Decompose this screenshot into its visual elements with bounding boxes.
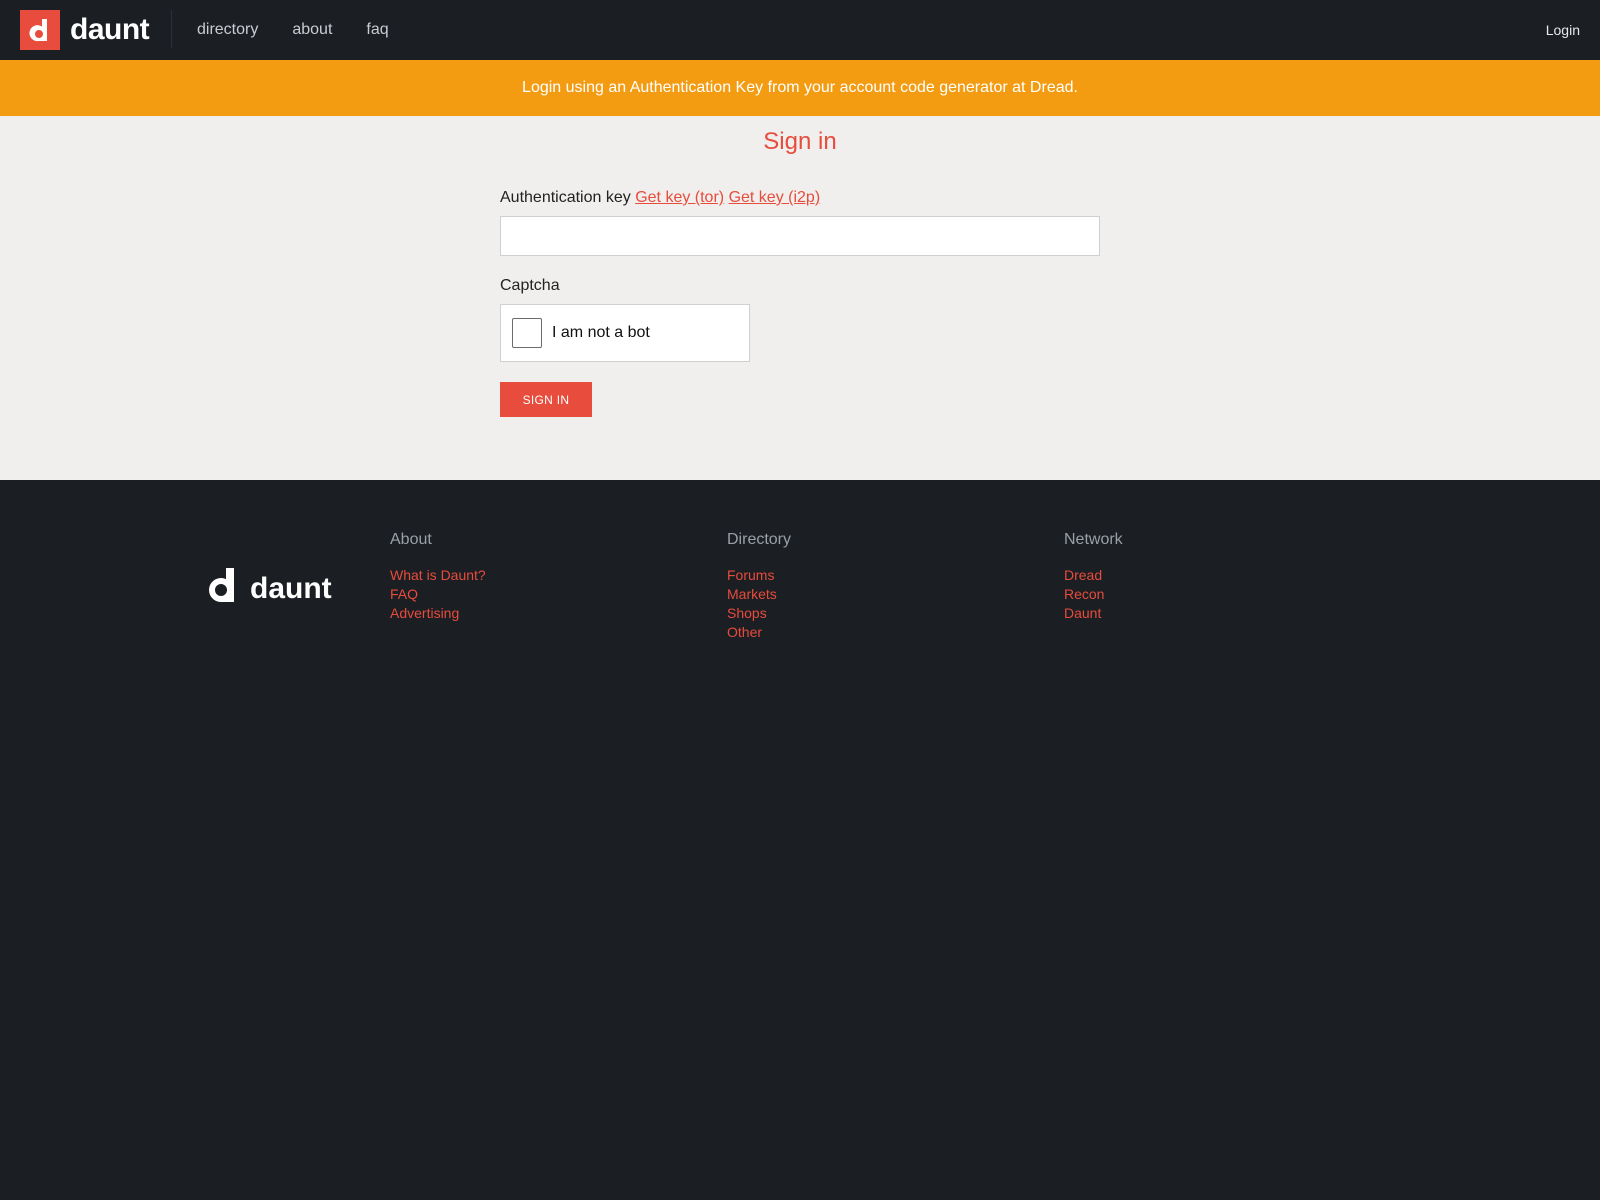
footer-column-title: Directory xyxy=(727,531,792,548)
sign-in-button[interactable]: SIGN IN xyxy=(500,382,592,417)
checkbox-icon[interactable] xyxy=(512,318,542,348)
auth-key-label: Authentication key xyxy=(500,189,631,206)
footer-logo: daunt xyxy=(206,568,332,609)
auth-key-input[interactable] xyxy=(500,216,1100,256)
footer-column-title: Network xyxy=(1064,531,1123,548)
nav-link-about[interactable]: about xyxy=(292,0,332,60)
nav-link-faq[interactable]: faq xyxy=(366,0,388,60)
footer-link-markets[interactable]: Markets xyxy=(727,585,791,604)
footer-link-other[interactable]: Other xyxy=(727,623,791,642)
footer-link-shops[interactable]: Shops xyxy=(727,604,791,623)
navbar-divider xyxy=(171,10,172,48)
footer-column-title: About xyxy=(390,531,432,548)
info-banner: Login using an Authentication Key from y… xyxy=(0,60,1600,116)
footer-column-about: About What is Daunt? FAQ Advertising xyxy=(390,530,486,623)
brand-home-link[interactable]: daunt xyxy=(20,10,150,50)
main-nav: directory about faq xyxy=(197,0,423,60)
site-footer: daunt About What is Daunt? FAQ Advertisi… xyxy=(0,480,1600,1200)
footer-column-network: Network Dread Recon Daunt xyxy=(1064,530,1123,623)
captcha-label: Captcha xyxy=(500,277,560,294)
top-navbar: daunt directory about faq Login xyxy=(0,0,1600,60)
footer-link-what-is-daunt[interactable]: What is Daunt? xyxy=(390,566,486,585)
captcha-text: I am not a bot xyxy=(552,324,650,341)
auth-key-label-row: Authentication key Get key (tor) Get key… xyxy=(500,188,1100,208)
footer-column-directory: Directory Forums Markets Shops Other xyxy=(727,530,791,642)
get-key-tor-link[interactable]: Get key (tor) xyxy=(635,189,724,206)
get-key-i2p-link[interactable]: Get key (i2p) xyxy=(729,189,821,206)
info-banner-text: Login using an Authentication Key from y… xyxy=(522,79,1078,96)
login-link[interactable]: Login xyxy=(1546,0,1580,60)
footer-daunt-logo-icon xyxy=(206,568,236,609)
nav-link-directory[interactable]: directory xyxy=(197,0,258,60)
signin-form: Authentication key Get key (tor) Get key… xyxy=(500,188,1100,417)
footer-link-recon[interactable]: Recon xyxy=(1064,585,1123,604)
captcha-widget: I am not a bot xyxy=(500,304,750,362)
footer-link-forums[interactable]: Forums xyxy=(727,566,791,585)
signin-section: Sign in Authentication key Get key (tor)… xyxy=(0,116,1600,480)
brand-name: daunt xyxy=(70,13,150,46)
page-title: Sign in xyxy=(763,128,837,155)
footer-link-advertising[interactable]: Advertising xyxy=(390,604,486,623)
footer-brand-name: daunt xyxy=(250,571,332,605)
footer-link-faq[interactable]: FAQ xyxy=(390,585,486,604)
footer-link-daunt[interactable]: Daunt xyxy=(1064,604,1123,623)
footer-link-dread[interactable]: Dread xyxy=(1064,566,1123,585)
daunt-logo-icon xyxy=(20,10,60,50)
